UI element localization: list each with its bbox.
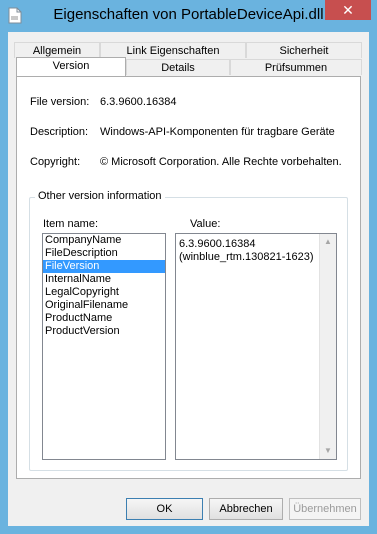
value-textbox[interactable]: 6.3.9600.16384 (winblue_rtm.130821-1623)… [175,233,337,460]
list-item[interactable]: ProductVersion [43,325,165,338]
cancel-button[interactable]: Abbrechen [209,498,283,520]
close-button[interactable]: ✕ [325,0,371,20]
list-item[interactable]: InternalName [43,273,165,286]
scroll-up-icon[interactable]: ▲ [320,234,336,250]
value-scrollbar[interactable]: ▲ ▼ [319,234,336,459]
apply-button[interactable]: Übernehmen [289,498,361,520]
file-version-value: 6.3.9600.16384 [100,96,177,108]
tab-sicherheit[interactable]: Sicherheit [246,42,362,58]
tab-link-eigenschaften[interactable]: Link Eigenschaften [100,42,246,58]
copyright-value: © Microsoft Corporation. Alle Rechte vor… [100,156,342,168]
list-item[interactable]: LegalCopyright [43,286,165,299]
window-title: Eigenschaften von PortableDeviceApi.dll [53,6,324,23]
ok-button[interactable]: OK [126,498,203,520]
list-item-selected[interactable]: FileVersion [43,260,165,273]
item-name-header: Item name: [43,218,99,230]
tab-allgemein[interactable]: Allgemein [14,42,100,58]
tab-pruefsummen[interactable]: Prüfsummen [230,59,362,75]
group-title: Other version information [35,190,165,202]
title-bar[interactable]: Eigenschaften von PortableDeviceApi.dll … [0,0,377,32]
item-name-list[interactable]: CompanyName FileDescription FileVersion … [42,233,166,460]
version-tab-panel: File version: 6.3.9600.16384 Description… [16,76,361,479]
description-label: Description: [30,126,89,138]
close-icon: ✕ [342,2,354,18]
list-item[interactable]: FileDescription [43,247,165,260]
file-version-label: File version: [30,96,90,108]
list-item[interactable]: OriginalFilename [43,299,165,312]
value-text: 6.3.9600.16384 (winblue_rtm.130821-1623) [179,238,314,263]
tab-row-2: Version Details Prüfsummen [14,57,362,76]
copyright-label: Copyright: [30,156,81,168]
scroll-down-icon[interactable]: ▼ [320,443,336,459]
list-item[interactable]: CompanyName [43,234,165,247]
list-item[interactable]: ProductName [43,312,165,325]
tab-details[interactable]: Details [126,59,230,75]
tab-version[interactable]: Version [16,57,126,76]
value-header: Value: [190,218,221,230]
description-value: Windows-API-Komponenten für tragbare Ger… [100,126,335,138]
